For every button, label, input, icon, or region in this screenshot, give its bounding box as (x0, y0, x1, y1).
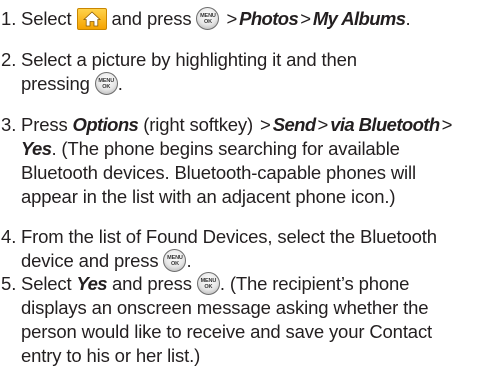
step-text-line: From the list of Found Devices, select t… (21, 226, 437, 247)
step-text-line: entry to his or her list.) (21, 345, 201, 366)
menu-ok-key-icon: MENU OK (196, 7, 220, 30)
step-text-line: Bluetooth devices. Bluetooth-capable pho… (21, 162, 416, 183)
menu-separator: > (300, 8, 311, 29)
step-number: 2. (1, 49, 17, 70)
step-text-segment: and press (111, 273, 192, 294)
step-text: Press Options (right softkey) > Send > via … (21, 113, 483, 209)
menu-separator: > (441, 114, 453, 135)
menu-path-yes: Yes (21, 138, 52, 159)
step-text-segment: and press (111, 8, 192, 29)
step-number: 4. (1, 226, 17, 247)
step-number: 3. (1, 114, 17, 135)
menu-separator: > (260, 114, 271, 135)
menu-path-via-bluetooth: via Bluetooth (330, 114, 440, 135)
step-text-segment: device and press (21, 250, 159, 271)
step-number: 5. (1, 273, 17, 294)
step-text-segment: Select (21, 273, 72, 294)
step-text-line: person would like to receive and save yo… (21, 321, 433, 342)
step-text-line: displays an onscreen message asking whet… (21, 297, 429, 318)
menu-separator: > (317, 114, 329, 135)
step-text-line: Select a picture by highlighting it and … (21, 49, 357, 70)
home-key-icon (76, 8, 107, 30)
step-text-segment: (right softkey) (143, 114, 254, 135)
menu-separator: > (226, 8, 238, 29)
step-text-segment: pressing (21, 73, 90, 94)
menu-path-yes: Yes (76, 273, 108, 294)
menu-path-options: Options (72, 114, 139, 135)
step-text-segment: . (The recipient’s phone (219, 273, 410, 294)
step-text: From the list of Found Devices, select t… (21, 225, 483, 273)
step-text: Select Yes and press MENU OK. (The recipi… (21, 272, 483, 368)
step-text-line: appear in the list with an adjacent phon… (21, 186, 396, 207)
menu-ok-key-icon: MENU OK (94, 72, 118, 95)
menu-ok-key-icon: MENU OK (163, 249, 187, 272)
step-text-segment: Select (21, 8, 72, 29)
step-text-segment: Press (21, 114, 68, 135)
menu-ok-key-icon: MENU OK (196, 272, 220, 295)
menu-path-send: Send (272, 114, 316, 135)
step-text: Select a picture by highlighting it and … (21, 48, 483, 96)
menu-path-photos: Photos (239, 8, 299, 29)
menu-path-my-albums: My Albums (312, 8, 406, 29)
step-number: 1. (1, 8, 17, 29)
step-text: Select and press MENU OK > Photos > My Album… (21, 7, 411, 30)
step-text-segment: . (The phone begins searching for availa… (51, 138, 400, 159)
